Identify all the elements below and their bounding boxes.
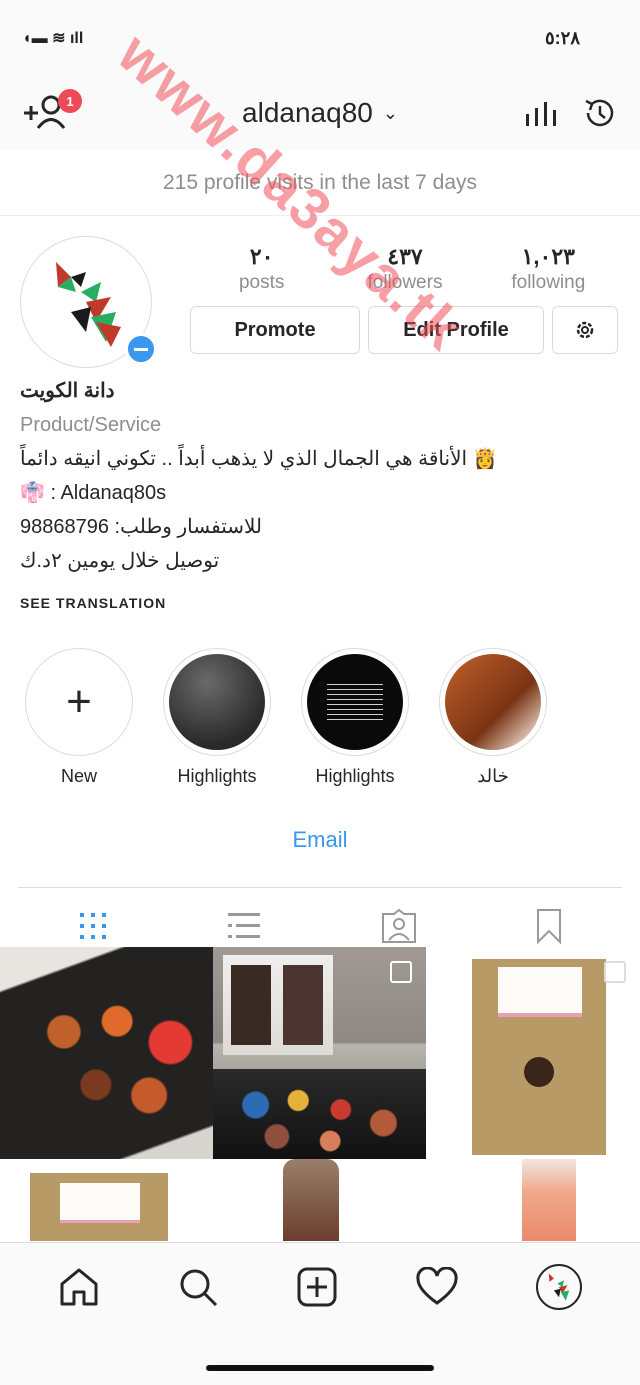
- post-thumbnail[interactable]: [213, 947, 426, 1159]
- chevron-down-icon: ⌄: [382, 102, 398, 123]
- stat-value: ١,٠٢٣: [521, 244, 575, 269]
- add-user-button[interactable]: 1: [22, 89, 82, 133]
- username: aldanaq80: [242, 97, 373, 128]
- bio-line: الأناقة هي الجمال الذي لا يذهب أبداً .. …: [20, 448, 498, 470]
- stat-followers[interactable]: ٤٣٧ followers: [340, 244, 470, 294]
- highlight-ring: [439, 648, 547, 756]
- highlight-thumbnail: [445, 654, 541, 750]
- stat-label: following: [511, 272, 586, 293]
- highlight-new[interactable]: + New: [25, 648, 133, 787]
- category-label: Product/Service: [20, 414, 162, 436]
- bio-line: توصيل خلال يومين ٢د.ك: [20, 550, 220, 572]
- status-icons: ◖▬ ≋ ıll: [22, 28, 83, 48]
- highlight-item[interactable]: خالد: [439, 648, 547, 787]
- post-thumbnail[interactable]: [213, 1159, 426, 1241]
- multiple-posts-icon: [390, 961, 412, 983]
- highlight-ring: [301, 648, 409, 756]
- highlight-label: New: [60, 766, 97, 786]
- stat-label: posts: [238, 272, 285, 293]
- display-name: دانة الكويت: [20, 380, 115, 402]
- stat-following[interactable]: ١,٠٢٣ following: [483, 244, 613, 294]
- multiple-posts-icon: [604, 961, 626, 983]
- heart-icon[interactable]: [415, 1267, 459, 1307]
- email-button[interactable]: Email: [0, 827, 640, 857]
- status-time: ٥:٢٨: [545, 27, 580, 48]
- settings-button[interactable]: [552, 306, 618, 354]
- list-icon[interactable]: [226, 910, 262, 942]
- edit-profile-button[interactable]: Edit Profile: [368, 306, 544, 354]
- post-thumbnail[interactable]: [0, 947, 213, 1159]
- bio: دانة الكويت Product/Service الأناقة هي ا…: [0, 366, 640, 620]
- bio-line: للاستفسار وطلب: 98868796: [20, 516, 263, 538]
- highlight-ring: [163, 648, 271, 756]
- highlight-ring: +: [25, 648, 133, 756]
- wifi-icon: ◖▬ ≋ ıll: [22, 30, 84, 47]
- post-grid: [0, 947, 640, 1241]
- stat-value: ٢٠: [249, 244, 274, 269]
- profile-tab-avatar[interactable]: [535, 1264, 582, 1310]
- highlight-thumbnail: [169, 654, 265, 750]
- story-highlights: + New Highlights Highlights خالد: [0, 620, 640, 787]
- post-thumbnail[interactable]: [426, 947, 640, 1159]
- account-switcher[interactable]: aldanaq80 ⌄: [242, 97, 398, 129]
- highlight-thumbnail: [307, 654, 403, 750]
- remove-story-icon[interactable]: [125, 333, 157, 365]
- gear-icon: [576, 321, 594, 339]
- post-thumbnail[interactable]: [426, 1159, 640, 1241]
- stat-posts[interactable]: ٢٠ posts: [197, 244, 327, 294]
- post-thumbnail[interactable]: [0, 1159, 213, 1241]
- status-bar: ◖▬ ≋ ıll ٥:٢٨: [0, 0, 640, 76]
- highlight-label: Highlights: [315, 766, 395, 786]
- butterfly-flag-icon: [56, 262, 121, 347]
- new-post-icon[interactable]: [296, 1266, 338, 1308]
- bottom-tab-bar: [0, 1242, 640, 1385]
- insights-icon[interactable]: [524, 98, 558, 128]
- home-indicator: [206, 1365, 434, 1371]
- search-icon[interactable]: [177, 1266, 219, 1308]
- highlight-item[interactable]: Highlights: [301, 648, 409, 787]
- bio-line[interactable]: 👘 : Aldanaq80s: [20, 476, 620, 510]
- grid-icon[interactable]: [77, 910, 109, 942]
- stat-label: followers: [367, 272, 443, 293]
- see-translation-link[interactable]: SEE TRANSLATION: [20, 586, 620, 620]
- profile-header: ٢٠ posts ٤٣٧ followers ١,٠٢٣ following P…: [0, 216, 640, 368]
- avatar[interactable]: [20, 236, 157, 368]
- tagged-icon[interactable]: [380, 908, 418, 944]
- highlight-item[interactable]: Highlights: [163, 648, 271, 787]
- stat-value: ٤٣٧: [387, 244, 423, 269]
- home-icon[interactable]: [58, 1266, 100, 1308]
- profile-stats: ٢٠ posts ٤٣٧ followers ١,٠٢٣ following: [190, 236, 620, 294]
- notification-badge: 1: [58, 89, 82, 113]
- top-nav: 1 aldanaq80 ⌄: [0, 76, 640, 150]
- plus-icon: +: [66, 677, 92, 726]
- saved-icon[interactable]: [535, 908, 563, 944]
- archive-icon[interactable]: [582, 95, 618, 131]
- highlight-label: Highlights: [177, 766, 257, 786]
- highlight-label: خالد: [477, 766, 509, 786]
- butterfly-flag-icon: [548, 1273, 569, 1301]
- profile-visits-banner[interactable]: 215 profile visits in the last 7 days: [0, 150, 640, 216]
- promote-button[interactable]: Promote: [190, 306, 360, 354]
